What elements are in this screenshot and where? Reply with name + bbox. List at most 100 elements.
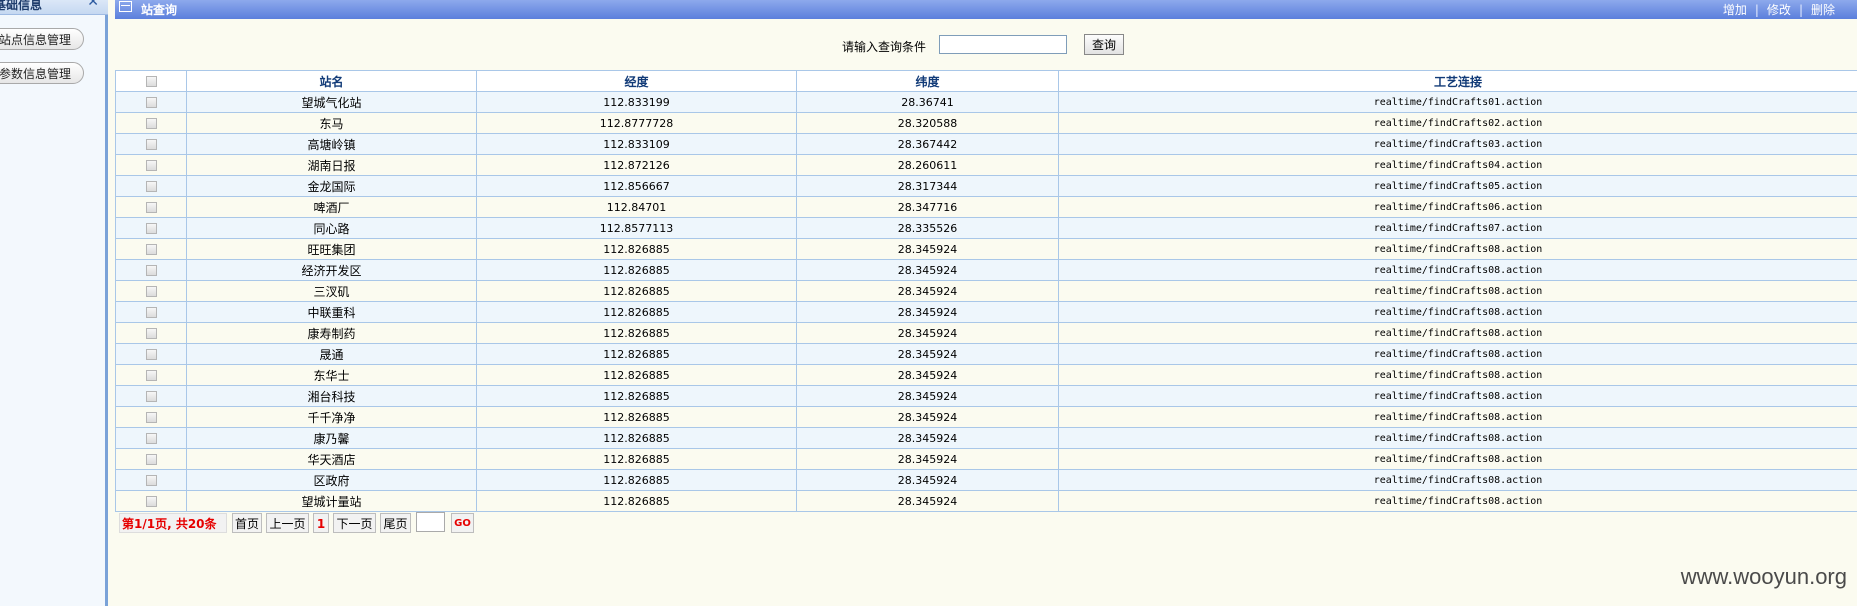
table-row[interactable]: 康乃馨 112.826885 28.345924 realtime/findCraft… (115, 427, 1857, 449)
go-button[interactable]: GO (451, 513, 474, 533)
last-page-button[interactable]: 尾页 (380, 513, 411, 533)
station-name-cell: 晟通 (186, 343, 477, 365)
craft-link-cell[interactable]: realtime/findCrafts06.action (1058, 196, 1857, 218)
craft-link-cell[interactable]: realtime/findCrafts08.action (1058, 301, 1857, 323)
search-bar: 请输入查询条件 查询 (115, 34, 1857, 58)
search-button[interactable]: 查询 (1084, 34, 1124, 55)
row-checkbox[interactable] (145, 139, 157, 150)
row-checkbox[interactable] (145, 433, 157, 444)
table-row[interactable]: 千千净净 112.826885 28.345924 realtime/findCraf… (115, 406, 1857, 428)
craft-link-cell[interactable]: realtime/findCrafts08.action (1058, 427, 1857, 449)
craft-link-cell[interactable]: realtime/findCrafts08.action (1058, 280, 1857, 302)
sidebar-item-station-info[interactable]: 站点信息管理 (0, 28, 84, 50)
row-checkbox[interactable] (145, 97, 157, 108)
edit-button[interactable]: 修改 (1767, 3, 1791, 17)
craft-link-cell[interactable]: realtime/findCrafts08.action (1058, 259, 1857, 281)
longitude-cell: 112.826885 (476, 238, 797, 260)
search-input[interactable] (939, 35, 1067, 54)
table-row[interactable]: 望城计量站 112.826885 28.345924 realtime/findCra… (115, 490, 1857, 512)
page-number-input[interactable] (416, 512, 445, 532)
table-row[interactable]: 啤酒厂 112.84701 28.347716 realtime/findCrafts… (115, 196, 1857, 218)
column-header-link[interactable]: 工艺连接 (1058, 70, 1857, 92)
table-row[interactable]: 望城气化站 112.833199 28.36741 realtime/findCraf… (115, 91, 1857, 113)
table-row[interactable]: 康寿制药 112.826885 28.345924 realtime/findCraf… (115, 322, 1857, 344)
table-row[interactable]: 中联重科 112.826885 28.345924 realtime/findCraf… (115, 301, 1857, 323)
sidebar-item-param-info[interactable]: 参数信息管理 (0, 62, 84, 84)
row-checkbox[interactable] (145, 475, 157, 486)
station-name-cell: 东华士 (186, 364, 477, 386)
table-row[interactable]: 湖南日报 112.872126 28.260611 realtime/findCraf… (115, 154, 1857, 176)
table-row[interactable]: 旺旺集团 112.826885 28.345924 realtime/findCraf… (115, 238, 1857, 260)
row-select-cell (115, 427, 187, 449)
station-name-cell: 湘台科技 (186, 385, 477, 407)
row-checkbox[interactable] (145, 454, 157, 465)
craft-link-cell[interactable]: realtime/findCrafts02.action (1058, 112, 1857, 134)
row-checkbox[interactable] (145, 181, 157, 192)
craft-link-cell[interactable]: realtime/findCrafts07.action (1058, 217, 1857, 239)
row-checkbox[interactable] (145, 118, 157, 129)
longitude-cell: 112.826885 (476, 259, 797, 281)
station-table: 站名 经度 纬度 工艺连接 望城气化站 112.833199 28.36741 rea… (115, 70, 1857, 512)
current-page[interactable]: 1 (313, 513, 329, 533)
row-select-cell (115, 469, 187, 491)
craft-link-cell[interactable]: realtime/findCrafts08.action (1058, 238, 1857, 260)
row-checkbox[interactable] (145, 160, 157, 171)
column-header-longitude[interactable]: 经度 (476, 70, 797, 92)
craft-link-cell[interactable]: realtime/findCrafts08.action (1058, 469, 1857, 491)
table-row[interactable]: 三汊矶 112.826885 28.345924 realtime/findCraft… (115, 280, 1857, 302)
row-select-cell (115, 112, 187, 134)
pager-summary: 第1/1页, 共20条 (119, 513, 227, 533)
row-checkbox[interactable] (145, 202, 157, 213)
table-row[interactable]: 东华士 112.826885 28.345924 realtime/findCraft… (115, 364, 1857, 386)
craft-link-cell[interactable]: realtime/findCrafts01.action (1058, 91, 1857, 113)
row-checkbox[interactable] (145, 370, 157, 381)
craft-link-cell[interactable]: realtime/findCrafts03.action (1058, 133, 1857, 155)
select-all-checkbox[interactable] (145, 76, 157, 87)
craft-link-cell[interactable]: realtime/findCrafts08.action (1058, 343, 1857, 365)
latitude-cell: 28.345924 (796, 490, 1059, 512)
row-checkbox[interactable] (145, 307, 157, 318)
row-checkbox[interactable] (145, 328, 157, 339)
station-name-cell: 经济开发区 (186, 259, 477, 281)
craft-link-cell[interactable]: realtime/findCrafts08.action (1058, 448, 1857, 470)
column-header-name[interactable]: 站名 (186, 70, 477, 92)
craft-link-cell[interactable]: realtime/findCrafts08.action (1058, 385, 1857, 407)
table-row[interactable]: 区政府 112.826885 28.345924 realtime/findCraft… (115, 469, 1857, 491)
row-checkbox[interactable] (145, 223, 157, 234)
first-page-button[interactable]: 首页 (232, 513, 262, 533)
table-row[interactable]: 经济开发区 112.826885 28.345924 realtime/findCra… (115, 259, 1857, 281)
row-checkbox[interactable] (145, 286, 157, 297)
row-select-cell (115, 406, 187, 428)
craft-link-cell[interactable]: realtime/findCrafts05.action (1058, 175, 1857, 197)
craft-link-cell[interactable]: realtime/findCrafts08.action (1058, 406, 1857, 428)
row-checkbox[interactable] (145, 244, 157, 255)
longitude-cell: 112.84701 (476, 196, 797, 218)
table-row[interactable]: 华天酒店 112.826885 28.345924 realtime/findCraf… (115, 448, 1857, 470)
longitude-cell: 112.856667 (476, 175, 797, 197)
craft-link-cell[interactable]: realtime/findCrafts08.action (1058, 490, 1857, 512)
delete-button[interactable]: 删除 (1811, 3, 1835, 17)
latitude-cell: 28.345924 (796, 259, 1059, 281)
row-checkbox[interactable] (145, 391, 157, 402)
latitude-cell: 28.347716 (796, 196, 1059, 218)
craft-link-cell[interactable]: realtime/findCrafts08.action (1058, 364, 1857, 386)
table-row[interactable]: 同心路 112.8577113 28.335526 realtime/findCraf… (115, 217, 1857, 239)
row-checkbox[interactable] (145, 265, 157, 276)
row-checkbox[interactable] (145, 496, 157, 507)
next-page-button[interactable]: 下一页 (333, 513, 376, 533)
table-row[interactable]: 金龙国际 112.856667 28.317344 realtime/findCraf… (115, 175, 1857, 197)
craft-link-cell[interactable]: realtime/findCrafts08.action (1058, 322, 1857, 344)
row-checkbox[interactable] (145, 412, 157, 423)
table-row[interactable]: 东马 112.8777728 28.320588 realtime/findCraft… (115, 112, 1857, 134)
action-separator: | (1798, 3, 1803, 17)
table-row[interactable]: 高塘岭镇 112.833109 28.367442 realtime/findCraf… (115, 133, 1857, 155)
close-icon[interactable]: ✕ (87, 0, 99, 10)
table-row[interactable]: 湘台科技 112.826885 28.345924 realtime/findCraf… (115, 385, 1857, 407)
row-checkbox[interactable] (145, 349, 157, 360)
prev-page-button[interactable]: 上一页 (266, 513, 309, 533)
add-button[interactable]: 增加 (1723, 3, 1747, 17)
station-name-cell: 区政府 (186, 469, 477, 491)
table-row[interactable]: 晟通 112.826885 28.345924 realtime/findCrafts… (115, 343, 1857, 365)
column-header-latitude[interactable]: 纬度 (796, 70, 1059, 92)
craft-link-cell[interactable]: realtime/findCrafts04.action (1058, 154, 1857, 176)
